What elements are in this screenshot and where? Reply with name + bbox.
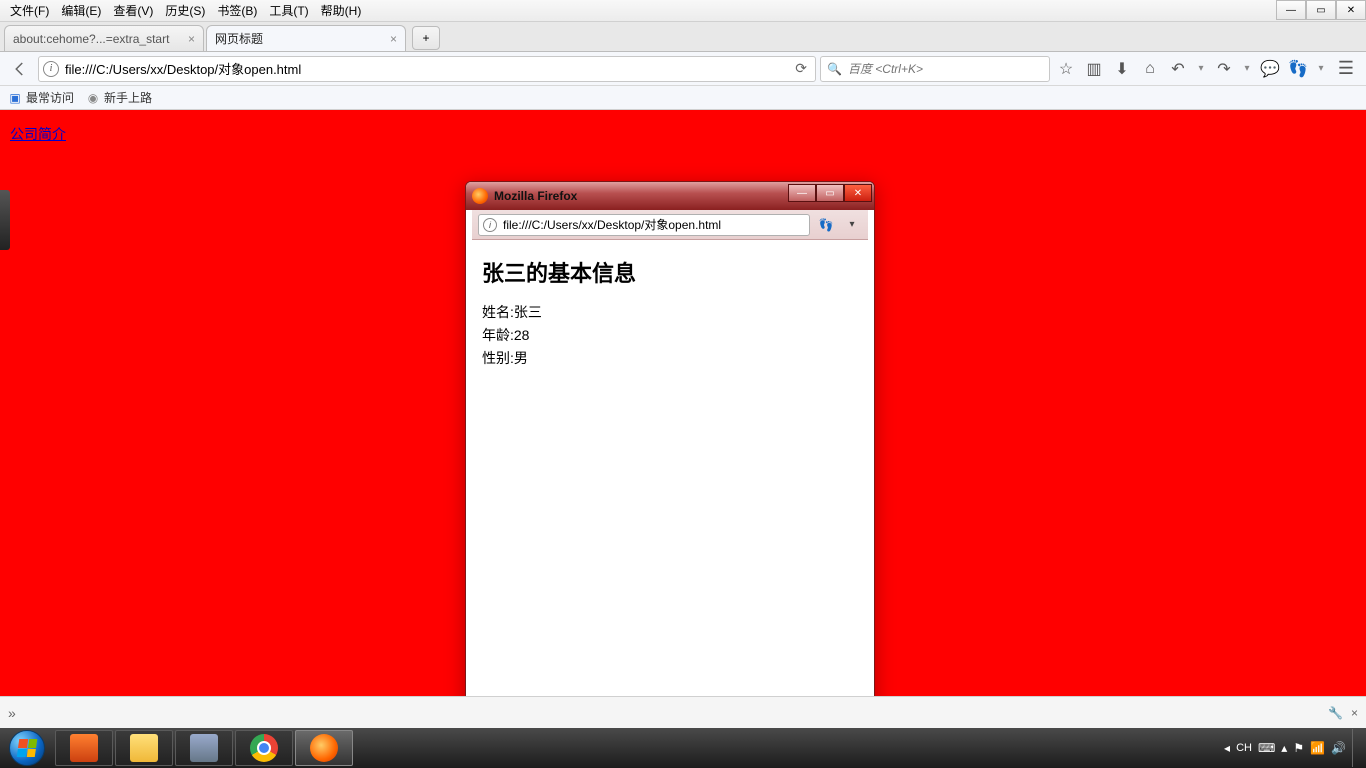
menu-edit[interactable]: 编辑(E)	[55, 0, 107, 21]
popup-title: Mozilla Firefox	[494, 189, 577, 203]
popup-heading: 张三的基本信息	[482, 256, 858, 288]
popup-maximize-button[interactable]: ▭	[816, 184, 844, 202]
info-age: 年龄:28	[482, 325, 858, 345]
search-icon: 🔍	[827, 62, 842, 76]
status-bar: » 🔧 ×	[0, 696, 1366, 728]
url-input[interactable]	[63, 58, 787, 80]
firefox-icon	[472, 188, 488, 204]
popup-url-input[interactable]	[501, 217, 805, 233]
downloads-icon[interactable]: ⬇	[1110, 57, 1134, 81]
popup-urlrow: i 👣 ▾	[472, 210, 868, 240]
tray-lang[interactable]: CH	[1236, 742, 1252, 754]
statusbar-left: »	[8, 705, 16, 721]
task-firefox[interactable]	[295, 730, 353, 766]
dropdown-icon[interactable]: ▾	[1194, 57, 1208, 81]
footprint-icon[interactable]: 👣	[1286, 57, 1310, 81]
hamburger-menu-icon[interactable]: ☰	[1332, 55, 1360, 83]
system-tray: ◂ CH ⌨ ▴ ⚑ 📶 🔊	[1224, 728, 1366, 768]
back-button[interactable]	[6, 55, 34, 83]
tab-label: about:cehome?...=extra_start	[13, 32, 169, 46]
menu-bookmarks[interactable]: 书签(B)	[211, 0, 263, 21]
menu-history[interactable]: 历史(S)	[159, 0, 211, 21]
bookmark-most-visited[interactable]: ▣ 最常访问	[8, 89, 74, 106]
folder-icon: ▣	[8, 91, 22, 105]
tab-1[interactable]: 网页标题 ×	[206, 25, 406, 51]
bookmark-getting-started[interactable]: ◉ 新手上路	[86, 89, 152, 106]
show-desktop-button[interactable]	[1352, 729, 1360, 767]
start-button[interactable]	[0, 728, 54, 768]
bookmark-label: 最常访问	[26, 89, 74, 106]
task-explorer[interactable]	[115, 730, 173, 766]
main-window-controls: — ▭ ✕	[1276, 0, 1366, 20]
company-intro-link[interactable]: 公司简介	[0, 110, 76, 158]
tab-0[interactable]: about:cehome?...=extra_start ×	[4, 25, 204, 51]
info-name: 姓名:张三	[482, 302, 858, 322]
dropdown-icon[interactable]: ▾	[1314, 57, 1328, 81]
undo-icon[interactable]: ↶	[1166, 57, 1190, 81]
main-menubar: 文件(F) 编辑(E) 查看(V) 历史(S) 书签(B) 工具(T) 帮助(H…	[0, 0, 1366, 22]
tray-keyboard-icon[interactable]: ⌨	[1258, 741, 1275, 755]
menu-view[interactable]: 查看(V)	[107, 0, 159, 21]
close-status-icon[interactable]: ×	[1351, 706, 1358, 720]
popup-titlebar[interactable]: Mozilla Firefox — ▭ ✕	[466, 182, 874, 210]
menu-help[interactable]: 帮助(H)	[315, 0, 368, 21]
home-icon[interactable]: ⌂	[1138, 57, 1162, 81]
popup-close-button[interactable]: ✕	[844, 184, 872, 202]
popup-window-controls: — ▭ ✕	[788, 184, 872, 202]
windows-logo-icon	[9, 730, 45, 766]
minimize-button[interactable]: —	[1276, 0, 1306, 20]
close-button[interactable]: ✕	[1336, 0, 1366, 20]
tray-up-icon[interactable]: ▴	[1281, 741, 1287, 755]
menu-file[interactable]: 文件(F)	[4, 0, 55, 21]
bookmarks-toolbar: ▣ 最常访问 ◉ 新手上路	[0, 86, 1366, 110]
popup-url-bar[interactable]: i	[478, 214, 810, 236]
dropdown-icon[interactable]: ▾	[842, 215, 862, 235]
taskbar: ◂ CH ⌨ ▴ ⚑ 📶 🔊	[0, 728, 1366, 768]
tray-flag-icon[interactable]: ⚑	[1293, 741, 1304, 755]
task-app-1[interactable]	[55, 730, 113, 766]
site-info-icon[interactable]: i	[43, 61, 59, 77]
tab-close-icon[interactable]: ×	[390, 32, 397, 46]
popup-inner: i 👣 ▾ 张三的基本信息 姓名:张三 年龄:28 性别:男	[472, 210, 868, 714]
maximize-button[interactable]: ▭	[1306, 0, 1336, 20]
reload-icon[interactable]: ⟳	[791, 60, 811, 77]
tray-expand-icon[interactable]: ◂	[1224, 741, 1230, 755]
globe-icon: ◉	[86, 91, 100, 105]
url-bar[interactable]: i ⟳	[38, 56, 816, 82]
bookmark-label: 新手上路	[104, 89, 152, 106]
dropdown-icon[interactable]: ▾	[1240, 57, 1254, 81]
nav-toolbar: i ⟳ 🔍 ☆ ▥ ⬇ ⌂ ↶ ▾ ↷ ▾ 💬 👣 ▾ ☰	[0, 52, 1366, 86]
menu-tools[interactable]: 工具(T)	[263, 0, 314, 21]
chat-icon[interactable]: 💬	[1258, 57, 1282, 81]
redo-icon[interactable]: ↷	[1212, 57, 1236, 81]
tray-volume-icon[interactable]: 🔊	[1331, 741, 1346, 755]
library-icon[interactable]: ▥	[1082, 57, 1106, 81]
popup-footprint-icon[interactable]: 👣	[816, 215, 836, 235]
task-app-3[interactable]	[175, 730, 233, 766]
wrench-icon[interactable]: 🔧	[1328, 706, 1343, 720]
popup-content: 张三的基本信息 姓名:张三 年龄:28 性别:男	[472, 240, 868, 385]
site-info-icon[interactable]: i	[483, 218, 497, 232]
popup-window: Mozilla Firefox — ▭ ✕ i 👣 ▾ 张三的基本信息 姓名:张…	[465, 181, 875, 721]
bookmark-star-icon[interactable]: ☆	[1054, 57, 1078, 81]
info-gender: 性别:男	[482, 348, 858, 368]
popup-minimize-button[interactable]: —	[788, 184, 816, 202]
task-chrome[interactable]	[235, 730, 293, 766]
tab-strip: about:cehome?...=extra_start × 网页标题 × +	[0, 22, 1366, 52]
search-bar[interactable]: 🔍	[820, 56, 1050, 82]
statusbar-right: 🔧 ×	[1328, 706, 1358, 720]
back-arrow-icon	[11, 60, 29, 78]
tray-network-icon[interactable]: 📶	[1310, 741, 1325, 755]
new-tab-button[interactable]: +	[412, 26, 440, 50]
search-input[interactable]	[846, 61, 1043, 77]
side-handle[interactable]	[0, 190, 10, 250]
tab-label: 网页标题	[215, 30, 263, 47]
tab-close-icon[interactable]: ×	[188, 32, 195, 46]
